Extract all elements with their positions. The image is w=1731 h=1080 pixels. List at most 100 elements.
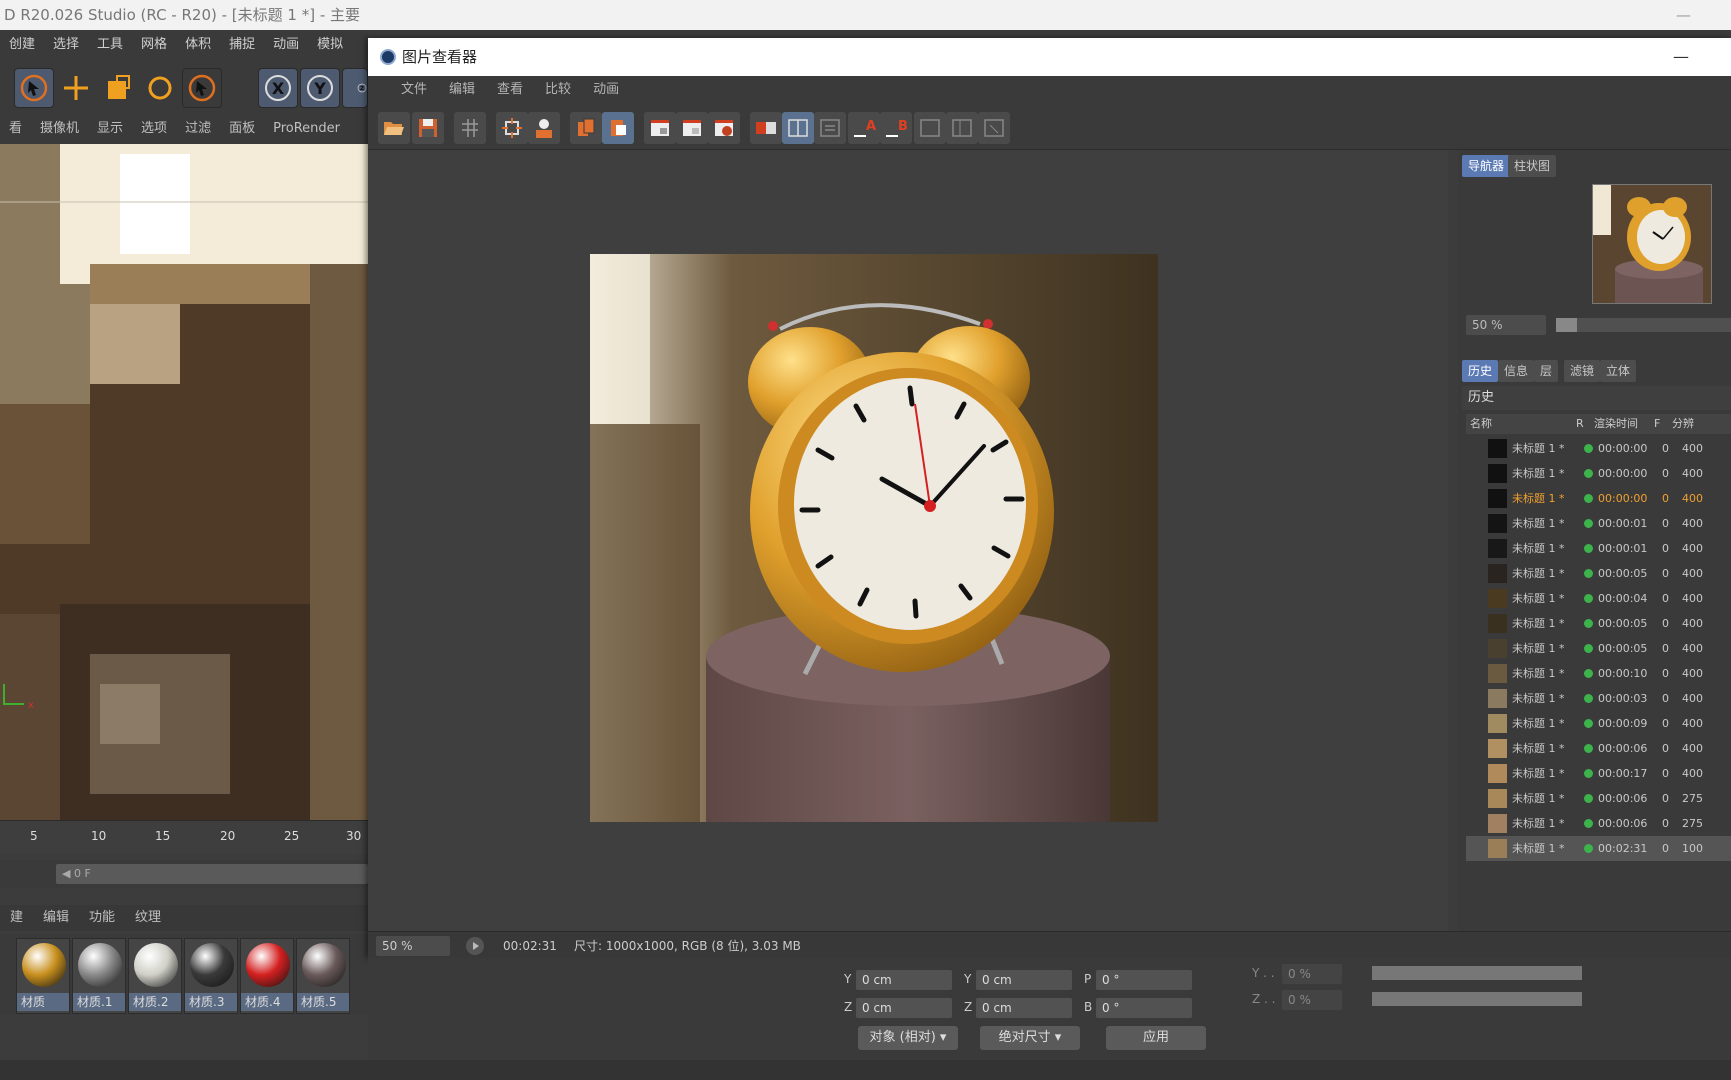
material-swatch[interactable]: 材质.5 — [296, 938, 350, 1014]
main-menu-item[interactable]: 创建 — [0, 30, 44, 60]
navigator-zoom-field[interactable]: 50 % — [1466, 315, 1546, 335]
play-button[interactable] — [466, 937, 484, 955]
size-z-field[interactable]: 0 cm — [976, 998, 1072, 1018]
select-tool-button[interactable] — [182, 68, 222, 108]
material-swatch[interactable]: 材质.1 — [72, 938, 126, 1014]
right-z-slider[interactable] — [1372, 992, 1582, 1006]
viewer-menu-item[interactable]: 文件 — [390, 76, 438, 104]
frame-field[interactable]: ◀ 0 F — [56, 864, 368, 884]
navigator-thumbnail[interactable] — [1592, 184, 1712, 304]
material-swatch[interactable]: 材质.4 — [240, 938, 294, 1014]
history-row[interactable]: 未标题 1 * 00:00:01 0 400 — [1466, 536, 1731, 561]
history-row[interactable]: 未标题 1 * 00:02:31 0 100 — [1466, 836, 1731, 861]
col-f[interactable]: F — [1654, 414, 1660, 434]
right-y-slider[interactable] — [1372, 966, 1582, 980]
tab-layers[interactable]: 层 — [1534, 360, 1559, 382]
right-y-field[interactable]: 0 % — [1282, 964, 1342, 984]
history-row[interactable]: 未标题 1 * 00:00:06 0 400 — [1466, 736, 1731, 761]
main-menu-item[interactable]: 体积 — [176, 30, 220, 60]
render-window-button[interactable] — [676, 112, 708, 144]
col-resolution[interactable]: 分辨 — [1672, 414, 1694, 434]
right-z-field[interactable]: 0 % — [1282, 990, 1342, 1010]
main-menu-item[interactable]: 网格 — [132, 30, 176, 60]
x-axis-button[interactable]: X — [258, 68, 298, 108]
image-canvas[interactable] — [368, 150, 1448, 963]
main-menu-item[interactable]: 模拟 — [308, 30, 352, 60]
history-row[interactable]: 未标题 1 * 00:00:03 0 400 — [1466, 686, 1731, 711]
tab-info[interactable]: 信息 — [1498, 360, 1535, 382]
history-row[interactable]: 未标题 1 * 00:00:00 0 400 — [1466, 461, 1731, 486]
col-name[interactable]: 名称 — [1470, 414, 1492, 434]
y-axis-button[interactable]: Y — [300, 68, 340, 108]
rotate-tool-button[interactable] — [140, 68, 180, 108]
size-y-field[interactable]: 0 cm — [976, 970, 1072, 990]
tab-histogram[interactable]: 柱状图 — [1508, 155, 1557, 177]
viewer-menu-item[interactable]: 比较 — [534, 76, 582, 104]
history-row[interactable]: 未标题 1 * 00:00:05 0 400 — [1466, 611, 1731, 636]
material-menu-item[interactable]: 功能 — [79, 905, 125, 931]
material-menu-item[interactable]: 纹理 — [125, 905, 171, 931]
layout-2-button[interactable] — [946, 112, 978, 144]
viewer-menu-item[interactable]: 查看 — [486, 76, 534, 104]
fit-image-button[interactable] — [496, 112, 528, 144]
history-row[interactable]: 未标题 1 * 00:00:04 0 400 — [1466, 586, 1731, 611]
tab-history[interactable]: 历史 — [1462, 360, 1499, 382]
paste-image-button[interactable] — [602, 112, 634, 144]
set-b-button[interactable]: B — [880, 112, 912, 144]
viewport-menu-item[interactable]: 过滤 — [176, 114, 220, 144]
history-row[interactable]: 未标题 1 * 00:00:00 0 400 — [1466, 486, 1731, 511]
history-row[interactable]: 未标题 1 * 00:00:10 0 400 — [1466, 661, 1731, 686]
history-row[interactable]: 未标题 1 * 00:00:06 0 275 — [1466, 811, 1731, 836]
3d-viewport[interactable]: x — [0, 144, 368, 820]
viewport-menu-item[interactable]: 面板 — [220, 114, 264, 144]
material-swatch[interactable]: 材质.2 — [128, 938, 182, 1014]
viewport-menu-item[interactable]: 摄像机 — [31, 114, 88, 144]
viewport-menu-item[interactable]: 显示 — [88, 114, 132, 144]
history-row[interactable]: 未标题 1 * 00:00:17 0 400 — [1466, 761, 1731, 786]
main-menu-item[interactable]: 动画 — [264, 30, 308, 60]
compare-swap-button[interactable] — [814, 112, 846, 144]
pos-y-field[interactable]: 0 cm — [856, 970, 952, 990]
col-render-time[interactable]: 渲染时间 — [1594, 414, 1638, 434]
grid-toggle-button[interactable] — [454, 112, 486, 144]
z-axis-button[interactable]: Z — [342, 68, 368, 108]
history-row[interactable]: 未标题 1 * 00:00:09 0 400 — [1466, 711, 1731, 736]
history-row[interactable]: 未标题 1 * 00:00:05 0 400 — [1466, 636, 1731, 661]
viewport-menu-item[interactable]: 选项 — [132, 114, 176, 144]
compare-ab-button[interactable] — [750, 112, 782, 144]
viewer-menu-item[interactable]: 编辑 — [438, 76, 486, 104]
copy-image-button[interactable] — [570, 112, 602, 144]
size-mode-select[interactable]: 绝对尺寸 ▾ — [980, 1026, 1080, 1050]
layout-3-button[interactable] — [978, 112, 1010, 144]
layout-1-button[interactable] — [914, 112, 946, 144]
coordinate-mode-select[interactable]: 对象 (相对) ▾ — [858, 1026, 958, 1050]
viewport-menu-item[interactable]: ProRender — [264, 114, 349, 144]
set-a-button[interactable]: A — [848, 112, 880, 144]
col-r[interactable]: R — [1576, 414, 1584, 434]
region-render-button[interactable] — [644, 112, 676, 144]
viewer-menu-item[interactable]: 动画 — [582, 76, 630, 104]
history-row[interactable]: 未标题 1 * 00:00:00 0 400 — [1466, 436, 1731, 461]
main-minimize-button[interactable]: — — [1676, 0, 1691, 30]
main-menu-item[interactable]: 工具 — [88, 30, 132, 60]
material-swatch[interactable]: 材质 — [16, 938, 70, 1014]
picture-viewer-minimize-button[interactable]: — — [1673, 38, 1689, 76]
material-swatch[interactable]: 材质.3 — [184, 938, 238, 1014]
compare-split-button[interactable] — [782, 112, 814, 144]
live-select-tool-button[interactable] — [14, 68, 54, 108]
timeline-ruler[interactable]: 5 10 15 20 25 30 — [0, 820, 368, 854]
viewport-menu-item[interactable]: 看 — [0, 114, 31, 144]
history-row[interactable]: 未标题 1 * 00:00:05 0 400 — [1466, 561, 1731, 586]
material-menu-item[interactable]: 编辑 — [33, 905, 79, 931]
history-row[interactable]: 未标题 1 * 00:00:06 0 275 — [1466, 786, 1731, 811]
history-row[interactable]: 未标题 1 * 00:00:01 0 400 — [1466, 511, 1731, 536]
navigator-zoom-slider[interactable] — [1556, 318, 1731, 332]
render-settings-button[interactable] — [708, 112, 740, 144]
material-menu-item[interactable]: 建 — [0, 905, 33, 931]
zoom-select[interactable]: 50 % — [376, 936, 450, 956]
rot-p-field[interactable]: 0 ° — [1096, 970, 1192, 990]
apply-button[interactable]: 应用 — [1106, 1026, 1206, 1050]
tab-navigator[interactable]: 导航器 — [1462, 155, 1511, 177]
scale-tool-button[interactable] — [98, 68, 138, 108]
main-menu-item[interactable]: 捕捉 — [220, 30, 264, 60]
